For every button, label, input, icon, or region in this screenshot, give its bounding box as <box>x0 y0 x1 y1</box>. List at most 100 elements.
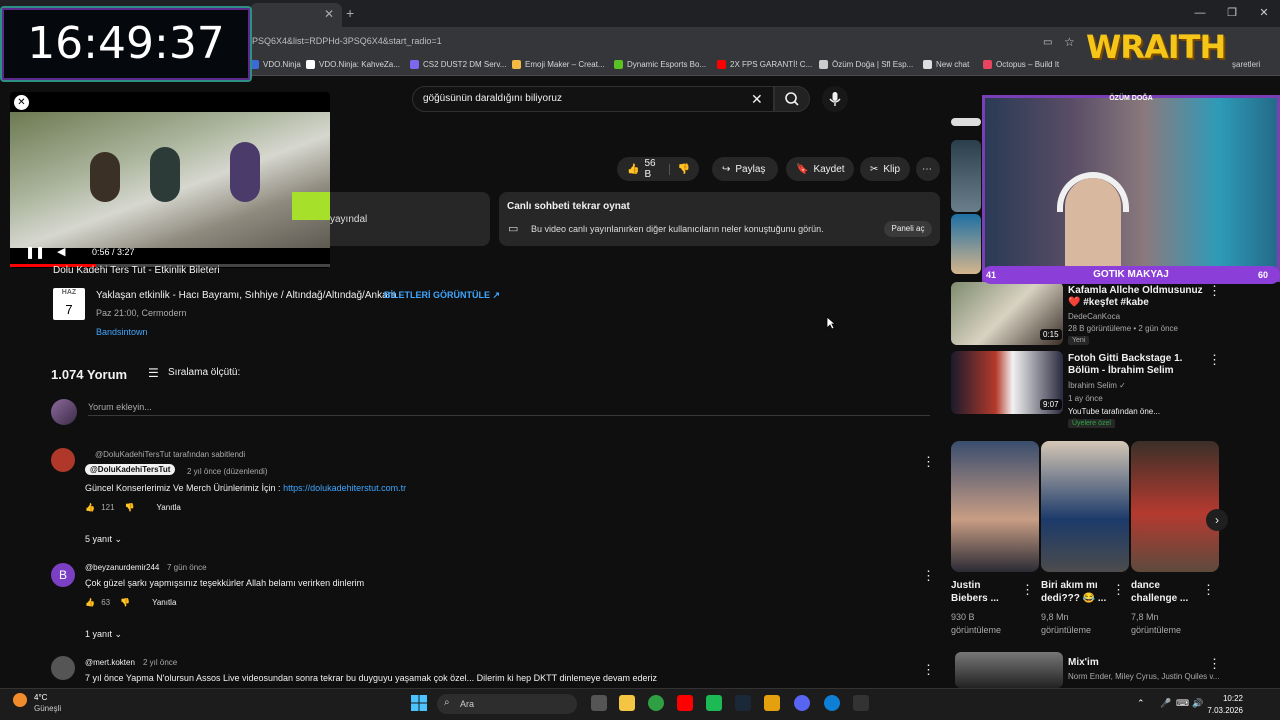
volume-icon[interactable]: ◀ <box>57 245 65 258</box>
video-title[interactable]: Kafamla Allche Oldmusunuz ❤️ #keşfet #ka… <box>1068 285 1203 309</box>
short-menu-icon[interactable]: ⋮ <box>1202 582 1215 598</box>
maximize-icon[interactable]: ❐ <box>1216 0 1248 27</box>
comment-menu-icon[interactable]: ⋮ <box>922 568 935 584</box>
app-icon[interactable] <box>706 695 722 711</box>
taskbar-search-placeholder[interactable]: Ara <box>460 699 474 709</box>
thumbs-up-icon[interactable]: 👍 <box>85 503 95 512</box>
chevron-up-icon[interactable]: ⌃ <box>1137 698 1145 709</box>
task-view-icon[interactable] <box>591 695 607 711</box>
star-icon[interactable]: ☆ <box>1064 35 1075 49</box>
video-channel[interactable]: İbrahim Selim ✓ <box>1068 381 1126 390</box>
taskbar-search[interactable] <box>437 694 577 714</box>
sort-button[interactable]: Sıralama ölçütü: <box>168 367 240 378</box>
comment-time[interactable]: 7 gün önce <box>167 563 207 572</box>
sidebar-thumbnail[interactable] <box>951 140 981 212</box>
new-tab-icon[interactable]: + <box>346 5 354 21</box>
clear-search-icon[interactable]: ✕ <box>751 91 763 108</box>
comment-avatar[interactable] <box>51 656 75 680</box>
short-thumbnail[interactable] <box>951 441 1039 572</box>
replies-toggle[interactable]: 1 yanıt ⌄ <box>85 629 122 640</box>
short-thumbnail[interactable] <box>1131 441 1219 572</box>
windows-start-icon[interactable] <box>411 695 427 711</box>
other-bookmarks[interactable]: şaretleri <box>1232 60 1260 69</box>
comment-author[interactable]: @mert.kokten <box>85 658 135 667</box>
open-panel-button[interactable]: Paneli aç <box>884 221 932 237</box>
steam-icon[interactable] <box>735 695 751 711</box>
thumbs-down-icon[interactable]: 👎 <box>668 163 690 175</box>
edge-icon[interactable] <box>824 695 840 711</box>
comment-avatar[interactable] <box>51 448 75 472</box>
discord-icon[interactable] <box>794 695 810 711</box>
save-button[interactable]: 🔖 Kaydet <box>786 157 854 181</box>
comment-time[interactable]: 2 yıl önce (düzenlendi) <box>187 467 268 476</box>
share-button[interactable]: ↪ Paylaş <box>712 157 778 181</box>
short-thumbnail[interactable] <box>1041 441 1129 572</box>
url-field[interactable]: PSQ6X4&list=RDPHd-3PSQ6X4&start_radio=1 <box>252 36 442 46</box>
pause-icon[interactable]: ❚❚ <box>25 245 45 259</box>
weather-icon[interactable] <box>13 693 27 707</box>
chevron-right-icon[interactable]: › <box>1206 509 1228 531</box>
view-tickets-link[interactable]: BİLETLERİ GÖRÜNTÜLE ↗ <box>384 290 500 301</box>
bookmark-item[interactable]: VDO.Ninja <box>250 60 301 70</box>
voice-search-button[interactable] <box>822 86 848 112</box>
cast-icon[interactable]: ▭ <box>1043 37 1052 48</box>
close-miniplayer-icon[interactable]: ✕ <box>14 95 29 110</box>
short-title[interactable]: Justin Biebers ... <box>951 579 999 605</box>
sidebar-thumbnail[interactable] <box>951 118 981 126</box>
video-channel[interactable]: DedeCanKoca <box>1068 312 1120 321</box>
video-title[interactable]: Fotoh Gitti Backstage 1. Bölüm - İbrahim… <box>1068 353 1203 377</box>
short-title[interactable]: Biri akım mı dedi??? 😂 ... <box>1041 579 1106 605</box>
mic-icon[interactable]: 🎤 <box>1160 698 1171 709</box>
short-menu-icon[interactable]: ⋮ <box>1021 582 1034 598</box>
replies-toggle[interactable]: 5 yanıt ⌄ <box>85 534 122 545</box>
thumbs-down-icon[interactable]: 👎 <box>120 598 130 607</box>
bookmark-item[interactable]: Dynamic Esports Bo... <box>614 60 706 70</box>
mix-title[interactable]: Mix'im <box>1068 657 1099 669</box>
clip-button[interactable]: ✂ Klip <box>860 157 910 181</box>
bookmark-item[interactable]: VDO.Ninja: KahveZa... <box>306 60 400 70</box>
thumbs-down-icon[interactable]: 👎 <box>125 503 135 512</box>
youtube-icon[interactable] <box>677 695 693 711</box>
bookmark-item[interactable]: CS2 DUST2 DM Serv... <box>410 60 506 70</box>
short-menu-icon[interactable]: ⋮ <box>1112 582 1125 598</box>
reply-button[interactable]: Yanıtla <box>152 598 176 607</box>
weather-temp[interactable]: 4°C <box>34 693 47 702</box>
search-input[interactable]: göğüsünün daraldığını biliyoruz <box>423 93 562 104</box>
chrome-icon[interactable] <box>648 695 664 711</box>
bookmark-item[interactable]: Özüm Doğa | Sfl Esp... <box>819 60 913 70</box>
more-actions-button[interactable]: ⋯ <box>916 157 940 181</box>
add-comment-input[interactable]: Yorum ekleyin... <box>88 402 152 412</box>
video-frame[interactable] <box>10 112 330 248</box>
event-source-link[interactable]: Bandsintown <box>96 327 148 337</box>
comment-author[interactable]: @DoluKadehiTersTut <box>85 464 176 475</box>
sidebar-thumbnail[interactable] <box>951 214 981 274</box>
thumbs-up-icon[interactable]: 👍 <box>85 598 95 607</box>
clock-date[interactable]: 7.03.2026 <box>1185 706 1243 715</box>
bookmark-item[interactable]: Emoji Maker – Creat... <box>512 60 605 70</box>
close-window-icon[interactable]: ✕ <box>1248 0 1280 27</box>
video-menu-icon[interactable]: ⋮ <box>1208 283 1221 299</box>
comment-author[interactable]: @beyzanurdemir244 <box>85 563 159 572</box>
comment-menu-icon[interactable]: ⋮ <box>922 454 935 470</box>
comment-menu-icon[interactable]: ⋮ <box>922 662 935 678</box>
file-explorer-icon[interactable] <box>619 695 635 711</box>
mix-thumbnail[interactable] <box>955 652 1063 688</box>
comment-link[interactable]: https://dolukadehiterstut.com.tr <box>283 483 406 493</box>
short-title[interactable]: dance challenge ... <box>1131 579 1188 605</box>
video-menu-icon[interactable]: ⋮ <box>1208 352 1221 368</box>
weather-desc[interactable]: Güneşli <box>34 704 61 713</box>
bookmark-item[interactable]: New chat <box>923 60 969 70</box>
reply-button[interactable]: Yanıtla <box>157 503 181 512</box>
like-button[interactable]: 👍 56 B 👎 <box>617 157 699 181</box>
minimize-icon[interactable]: — <box>1184 0 1216 27</box>
mix-menu-icon[interactable]: ⋮ <box>1208 656 1221 672</box>
comment-avatar[interactable]: B <box>51 563 75 587</box>
sort-icon[interactable]: ☰ <box>148 366 159 380</box>
clock-time[interactable]: 10:22 <box>1203 694 1243 703</box>
search-button[interactable] <box>774 86 810 112</box>
bookmark-item[interactable]: Octopus – Build It <box>983 60 1059 70</box>
epic-games-icon[interactable] <box>853 695 869 711</box>
bookmark-item[interactable]: 2X FPS GARANTİ! C... <box>717 60 812 70</box>
tab-close-icon[interactable]: ✕ <box>324 7 334 21</box>
app-icon[interactable] <box>764 695 780 711</box>
